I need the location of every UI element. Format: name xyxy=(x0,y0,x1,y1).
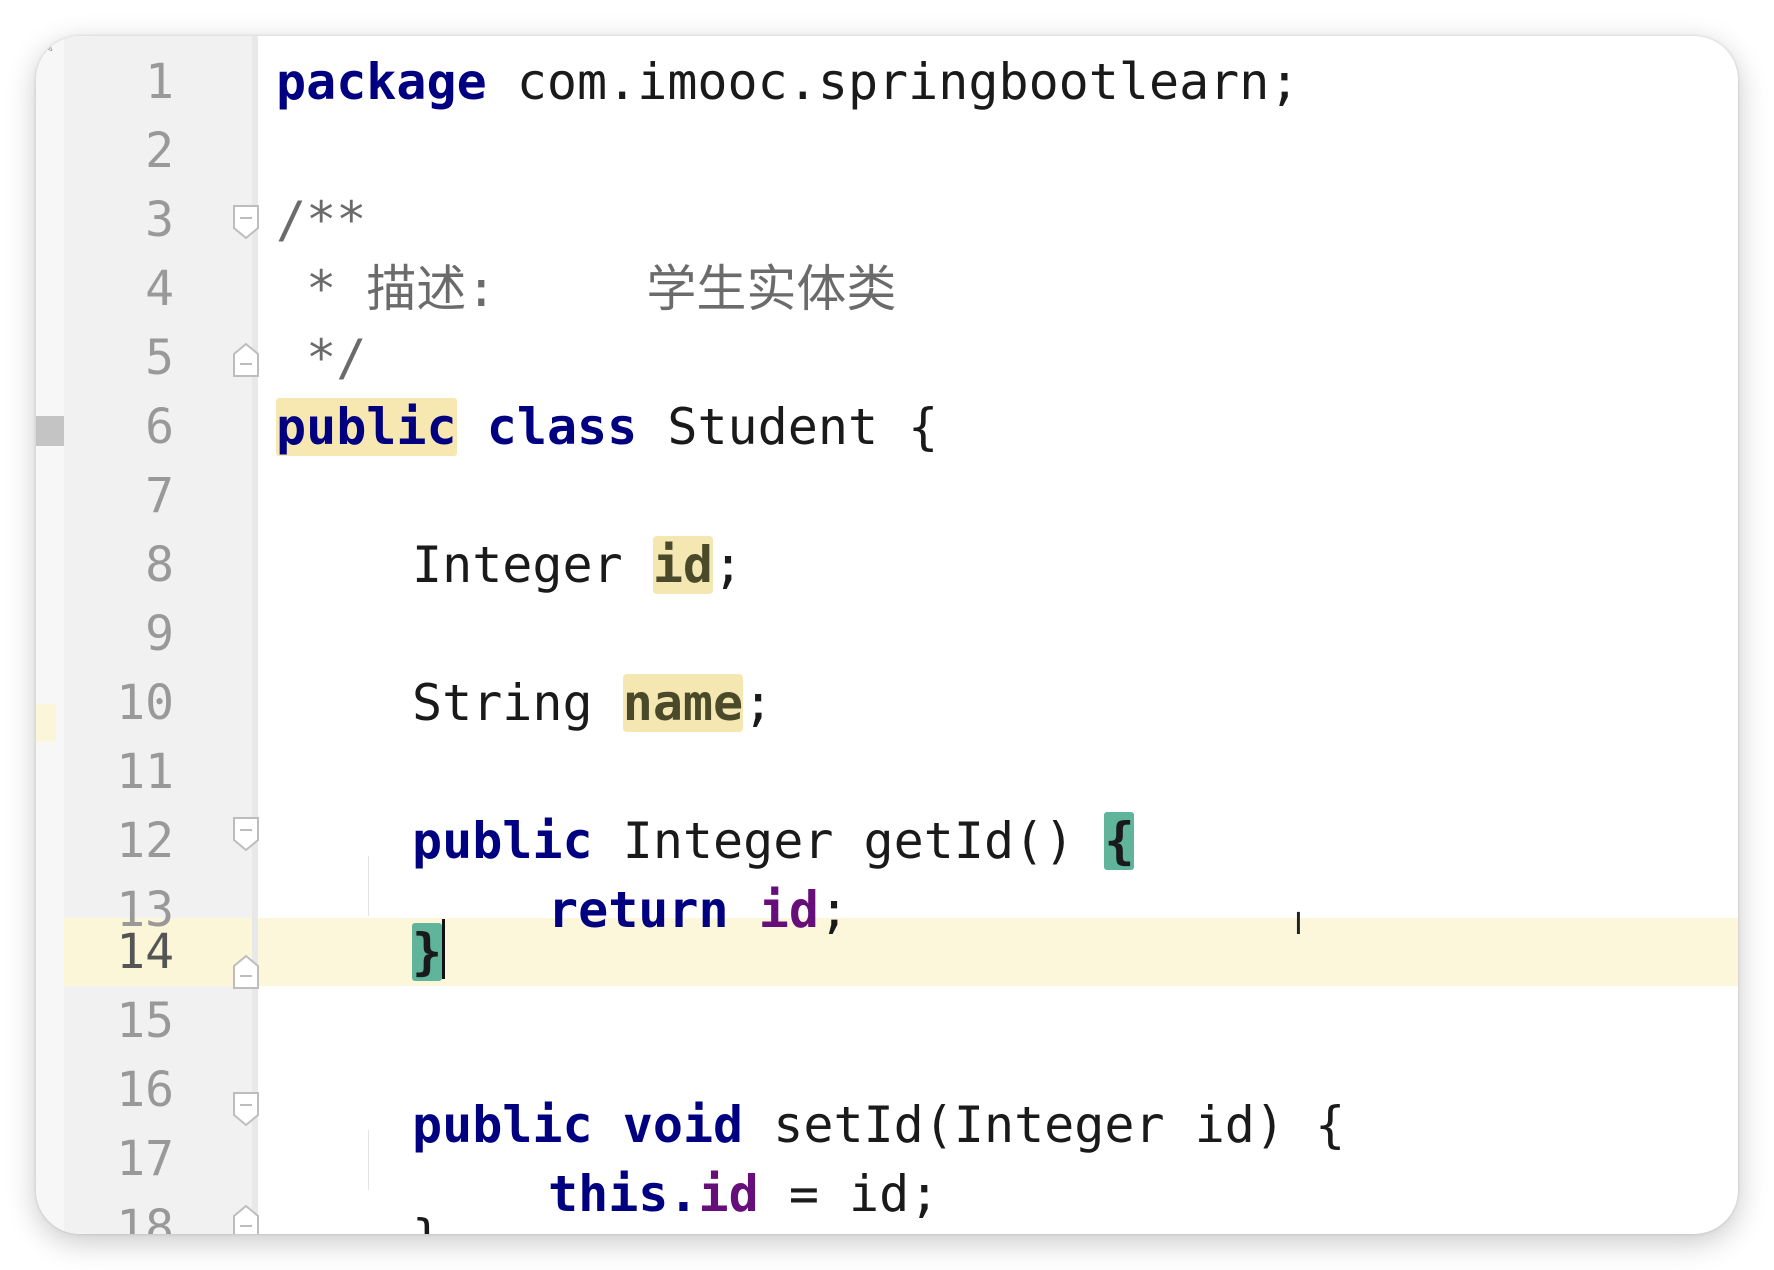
indent-guide xyxy=(368,1130,369,1190)
tool-strip xyxy=(36,36,64,1234)
keyword-void: void xyxy=(622,1096,744,1154)
code-line-17[interactable]: this.id = id; xyxy=(548,1160,939,1228)
code-line-16[interactable]: public void setId(Integer id) { xyxy=(412,1091,1345,1159)
code-line-14[interactable]: } xyxy=(412,918,446,986)
code-line-13[interactable]: return id; xyxy=(548,876,849,944)
line-number: 7 xyxy=(145,468,174,524)
keyword-package: package xyxy=(276,53,487,111)
keyword-public: public xyxy=(412,812,593,870)
code-line-18[interactable]: } xyxy=(412,1204,442,1234)
field-id: id xyxy=(758,881,819,939)
brace-match-open: { xyxy=(1104,812,1135,870)
current-line-highlight xyxy=(258,918,1738,986)
fold-open-icon[interactable] xyxy=(232,1091,260,1127)
comment-star: * xyxy=(276,260,367,318)
field-id: id xyxy=(698,1165,759,1223)
code-line-4[interactable]: * 描述: 学生实体类 xyxy=(276,255,896,323)
keyword-public-highlighted: public xyxy=(276,398,457,456)
dot-operator: . xyxy=(668,1165,699,1223)
code-line-8[interactable]: Integer id; xyxy=(412,531,743,599)
line-number: 16 xyxy=(116,1062,174,1118)
method-signature-getid: Integer getId() xyxy=(592,812,1105,870)
semicolon: ; xyxy=(743,674,774,732)
code-line-6[interactable]: public class Student { xyxy=(276,393,938,461)
code-line-12[interactable]: public Integer getId() { xyxy=(412,807,1135,875)
fold-close-icon[interactable] xyxy=(232,1204,260,1234)
line-number-active: 14 xyxy=(116,924,174,980)
code-editor-window: ✎ 1 2 3 4 5 6 7 8 9 10 11 12 13 14 15 16… xyxy=(36,36,1738,1234)
field-name-highlighted: name xyxy=(622,674,744,732)
assignment: = id; xyxy=(758,1165,940,1223)
comment-description: 学生实体类 xyxy=(646,260,897,318)
package-name: com.imooc.springbootlearn; xyxy=(486,53,1300,111)
method-signature-setid: setId(Integer id) { xyxy=(743,1096,1346,1154)
line-number: 8 xyxy=(145,537,174,593)
line-number: 18 xyxy=(116,1200,174,1234)
text-caret xyxy=(442,919,446,979)
keyword-this: this xyxy=(548,1165,669,1223)
line-number: 15 xyxy=(116,993,174,1049)
code-line-10[interactable]: String name; xyxy=(412,669,773,737)
line-number: 4 xyxy=(145,261,174,317)
semicolon: ; xyxy=(713,536,744,594)
fold-close-icon[interactable] xyxy=(232,342,260,378)
fold-open-icon[interactable] xyxy=(232,816,260,852)
field-id-highlighted: id xyxy=(652,536,714,594)
line-number: 11 xyxy=(116,744,174,800)
code-line-5[interactable]: */ xyxy=(276,324,366,392)
change-marker xyxy=(36,704,56,742)
type-string: String xyxy=(412,674,623,732)
code-line-3[interactable]: /** xyxy=(276,186,366,254)
line-number: 6 xyxy=(145,399,174,455)
fold-close-icon[interactable] xyxy=(232,954,260,990)
scroll-marker[interactable] xyxy=(36,416,64,446)
fold-open-icon[interactable] xyxy=(232,204,260,240)
semicolon: ; xyxy=(818,881,850,939)
indent-guide xyxy=(368,856,369,916)
line-number: 10 xyxy=(116,675,174,731)
line-number: 1 xyxy=(145,54,174,110)
keyword-class: class xyxy=(486,398,638,456)
text-cursor-icon: I xyxy=(1294,907,1303,942)
keyword-public: public xyxy=(412,1096,593,1154)
class-declaration: Student { xyxy=(637,398,939,456)
line-number: 3 xyxy=(145,192,174,248)
line-number: 9 xyxy=(145,606,174,662)
keyword-return: return xyxy=(548,881,729,939)
comment-label: 描述: xyxy=(366,260,497,318)
brace-match-close: } xyxy=(412,923,443,981)
line-number: 5 xyxy=(145,330,174,386)
code-line-1[interactable]: package com.imooc.springbootlearn; xyxy=(276,48,1300,116)
line-number: 17 xyxy=(116,1131,174,1187)
line-number: 2 xyxy=(145,123,174,179)
line-number: 12 xyxy=(116,813,174,869)
type-integer: Integer xyxy=(412,536,653,594)
corner-settings-icon[interactable]: ✎ xyxy=(42,40,54,56)
